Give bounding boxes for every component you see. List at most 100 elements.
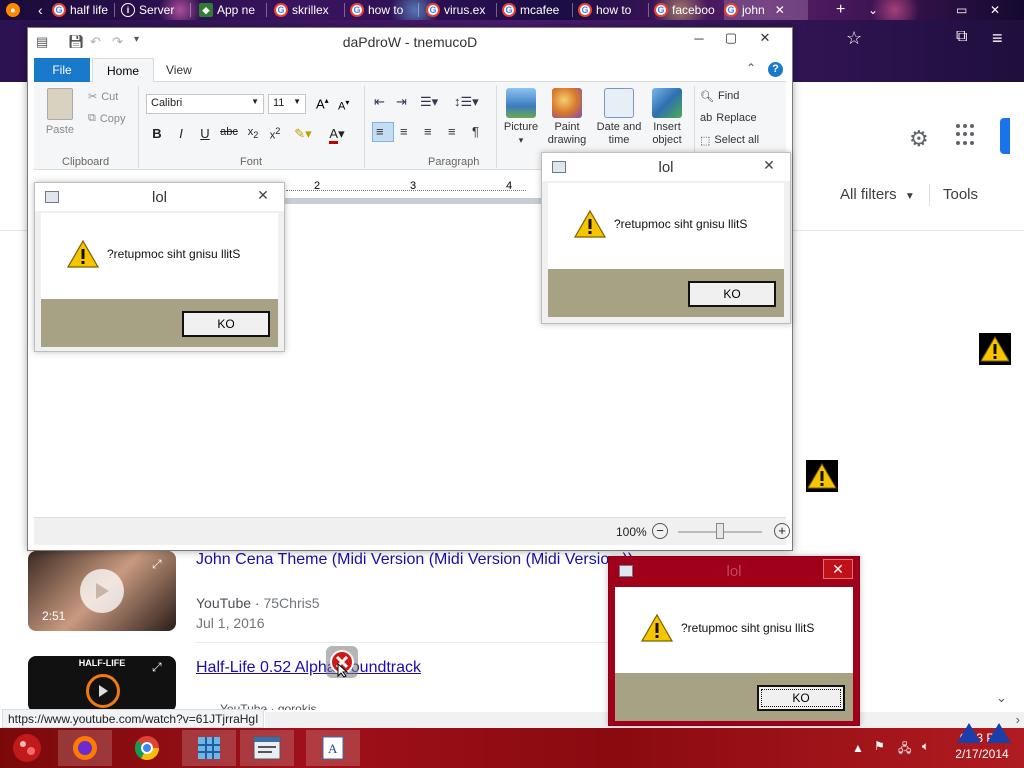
dialog-close-button[interactable]: ✕ [248, 185, 278, 205]
tab-server[interactable]: i Server [121, 0, 187, 20]
scroll-down-arrow-icon[interactable]: ⌄ [996, 690, 1007, 706]
font-family-select[interactable]: Calibri ▼ [146, 94, 264, 114]
tools-button[interactable]: Tools [943, 186, 978, 203]
dialog-titlebar[interactable]: lol ✕ [35, 183, 284, 211]
grow-font-icon[interactable]: A▴ [316, 96, 329, 111]
extensions-icon[interactable]: ⧉ [956, 28, 967, 46]
align-center-icon[interactable]: ≡ [400, 124, 408, 139]
dialog-titlebar[interactable]: lol ✕ [542, 153, 790, 181]
action-center-flag-icon[interactable]: ⚑ [874, 739, 885, 753]
dialog-close-button[interactable]: ✕ [754, 155, 784, 175]
ok-button[interactable]: KO [688, 281, 776, 307]
minimize-button[interactable]: ─ [682, 28, 716, 48]
tab-close-icon[interactable]: ✕ [775, 3, 785, 17]
wordpad-titlebar[interactable]: ▤ 💾︎ ↶ ↷ ▾ daPdroW - tnemucoD ─ ▢ ✕ [28, 28, 792, 56]
tab-view[interactable]: View [152, 58, 206, 82]
select-all-button[interactable]: ⬚ Select all [700, 134, 759, 147]
increase-indent-icon[interactable]: ⇥ [396, 94, 407, 110]
tab-skrillex[interactable]: Gskrillex [274, 0, 342, 20]
italic-button[interactable]: I [172, 126, 190, 141]
font-color-icon[interactable]: A▾ [324, 126, 350, 144]
firefox-icon[interactable]: ● [6, 0, 20, 20]
show-hidden-icons-icon[interactable]: ▲ [852, 741, 864, 755]
replace-button[interactable]: ab Replace [700, 112, 757, 124]
cut-button[interactable]: ✂ Cut [88, 90, 118, 104]
tab-home[interactable]: Home [92, 58, 155, 83]
collapse-ribbon-icon[interactable]: ⌃ [746, 61, 756, 75]
subscript-button[interactable]: x2 [244, 126, 262, 140]
decrease-indent-icon[interactable]: ⇤ [374, 94, 385, 110]
paint-palette-icon [552, 88, 582, 118]
network-icon[interactable]: 🖧︎ [898, 739, 911, 760]
close-button[interactable]: ✕ [748, 28, 782, 48]
tab-how-to[interactable]: Ghow to [350, 0, 414, 20]
paragraph-settings-icon[interactable]: ¶ [472, 124, 479, 139]
new-tab-button[interactable]: + [836, 0, 845, 20]
find-button[interactable]: 🔍︎ Find [700, 90, 739, 103]
minimize-icon[interactable]: ▭ [956, 0, 967, 20]
close-icon[interactable]: ✕ [990, 0, 1000, 20]
copy-button[interactable]: ⧉ Copy [88, 112, 126, 125]
video-thumbnail[interactable]: ⤢ 2:51 [28, 551, 176, 631]
scroll-right-arrow-icon[interactable]: › [1016, 712, 1020, 727]
zoom-in-button[interactable]: + [774, 523, 790, 539]
underline-button[interactable]: U [196, 126, 214, 141]
line-spacing-icon[interactable]: ↕☰▾ [454, 94, 479, 110]
bookmark-star-icon[interactable]: ☆ [846, 28, 862, 49]
expand-icon: ⤢ [152, 557, 162, 571]
warning-icon [573, 209, 607, 244]
justify-icon[interactable]: ≡ [448, 124, 456, 139]
taskbar-chrome[interactable] [120, 730, 174, 766]
start-button[interactable] [0, 730, 54, 766]
paste-button[interactable]: Paste [42, 88, 78, 136]
dialog-footer: KO [548, 269, 784, 317]
result-title-link[interactable]: John Cena Theme (Midi Version (Midi Vers… [196, 551, 633, 569]
paint-drawing-button[interactable]: Paint drawing [544, 88, 590, 147]
message-box-3: lol ✕ ?retupmoc siht gnisu llitS KO [608, 556, 860, 726]
insert-object-button[interactable]: Insert object [642, 88, 692, 147]
strikethrough-button[interactable]: abc [220, 126, 238, 138]
result-title-link[interactable]: Half-Life 0.52 Alpha Soundtrack [196, 659, 421, 677]
date-time-button[interactable]: Date and time [592, 88, 646, 147]
highlight-color-icon[interactable]: ✎▾ [290, 126, 316, 142]
insert-picture-button[interactable]: Picture ▾ [498, 88, 544, 147]
ok-button[interactable]: KO [182, 311, 270, 337]
bullet-list-icon[interactable]: ☰▾ [420, 94, 438, 110]
ok-button[interactable]: KO [757, 685, 845, 711]
tab-half-life[interactable]: Ghalf life [52, 0, 112, 20]
sign-in-button[interactable] [1000, 118, 1010, 154]
all-filters-button[interactable]: All filters ▼ [840, 186, 915, 203]
help-icon[interactable]: ? [768, 62, 783, 77]
settings-gear-icon[interactable]: ⚙ [909, 126, 929, 152]
menu-icon[interactable]: ≡ [992, 28, 1003, 49]
dialog-titlebar[interactable]: lol ✕ [609, 557, 859, 585]
font-size-select[interactable]: 11 ▼ [268, 94, 306, 114]
group-label: Font [240, 156, 263, 168]
tab-mcafee[interactable]: Gmcafee [502, 0, 568, 20]
volume-icon[interactable]: 🔈︎ [922, 739, 929, 754]
tab-john[interactable]: Gjohn ✕ [724, 0, 808, 20]
tab-how-to-2[interactable]: Ghow to [578, 0, 644, 20]
zoom-out-button[interactable]: − [652, 523, 668, 539]
align-right-icon[interactable]: ≡ [424, 124, 432, 139]
maximize-button[interactable]: ▢ [714, 28, 748, 48]
taskbar-document-app[interactable] [240, 730, 294, 766]
bold-button[interactable]: B [148, 126, 166, 141]
google-apps-icon[interactable] [956, 124, 978, 146]
taskbar-wordpad[interactable]: A [306, 730, 360, 766]
taskbar-firefox[interactable] [58, 730, 112, 766]
superscript-button[interactable]: x2 [266, 126, 284, 142]
dialog-close-button[interactable]: ✕ [823, 559, 853, 579]
tab-file[interactable]: File [34, 58, 90, 82]
google-icon: G [724, 3, 738, 17]
play-icon [80, 569, 124, 613]
zoom-slider-thumb[interactable] [716, 523, 724, 539]
tab-app-ne[interactable]: ◆ App ne [199, 0, 263, 20]
shrink-font-icon[interactable]: A▾ [338, 98, 349, 113]
tab-facebook[interactable]: Gfaceboo [654, 0, 720, 20]
taskbar-cube-app[interactable] [182, 730, 236, 766]
tab-virus-exe[interactable]: Gvirus.ex [426, 0, 492, 20]
back-arrow-icon[interactable]: ‹ [38, 0, 43, 20]
tab-list-chevron-icon[interactable]: ⌄ [868, 0, 878, 20]
video-thumbnail[interactable]: HALF-LIFE ⤢ [28, 656, 176, 712]
